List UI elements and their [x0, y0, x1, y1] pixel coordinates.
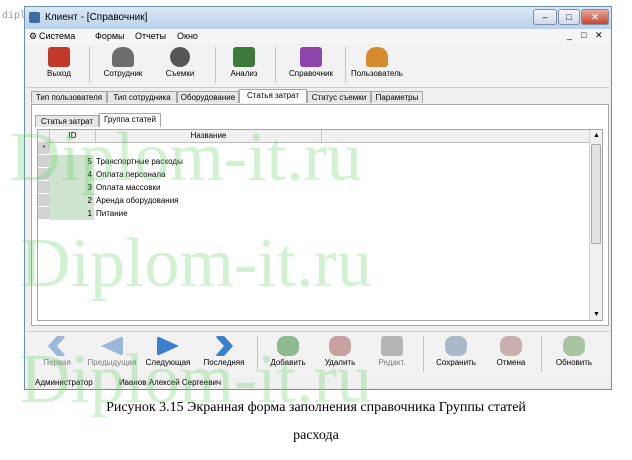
- mdi-restore-button[interactable]: □: [581, 30, 586, 40]
- edit-label: Редакт.: [378, 358, 406, 367]
- cancel-label: Отмена: [496, 358, 526, 367]
- toolbar-separator: [89, 47, 90, 83]
- toolbar-separator: [275, 47, 276, 83]
- save-button[interactable]: Сохранить: [431, 334, 481, 374]
- watermark-overlay: Diplom-it.ru: [20, 225, 372, 302]
- cancel-icon: [500, 336, 522, 356]
- mdi-minimize-button[interactable]: _: [567, 30, 572, 40]
- employee-icon: [112, 47, 134, 67]
- cell-id[interactable]: 1: [50, 207, 94, 220]
- analysis-button[interactable]: Анализ: [223, 45, 265, 85]
- save-icon: [445, 336, 467, 356]
- mdi-close-button[interactable]: ✕: [595, 30, 603, 41]
- cell-name[interactable]: Питание: [96, 207, 128, 220]
- analysis-label: Анализ: [230, 69, 258, 78]
- folder-icon: [300, 47, 322, 67]
- window-title: Клиент - [Справочник]: [45, 12, 148, 23]
- scroll-up-icon[interactable]: ▲: [593, 132, 600, 139]
- toolbar-separator: [215, 47, 216, 83]
- toolbar-separator: [345, 47, 346, 83]
- menu-system[interactable]: Система: [39, 31, 75, 41]
- row-header[interactable]: [38, 207, 50, 220]
- edit-icon: [381, 336, 403, 356]
- maximize-button[interactable]: □: [558, 9, 580, 25]
- tab-shooting-status[interactable]: Статус съемки: [307, 91, 371, 103]
- directory-label: Справочник: [289, 69, 333, 78]
- cancel-button[interactable]: Отмена: [489, 334, 533, 374]
- employee-label: Сотрудник: [103, 69, 143, 78]
- user-label: Пользователь: [351, 69, 403, 78]
- tab-user-type[interactable]: Тип пользователя: [31, 91, 107, 103]
- vertical-scrollbar[interactable]: ▲ ▼: [589, 130, 602, 320]
- scroll-down-icon[interactable]: ▼: [593, 311, 600, 318]
- menu-bar: ⚙ Система Формы Отчеты Окно _ □ ✕: [25, 29, 611, 43]
- menu-window[interactable]: Окно: [177, 31, 198, 41]
- chart-icon: [233, 47, 255, 67]
- caption-line-2: расхода: [293, 428, 339, 443]
- save-label: Сохранить: [436, 358, 476, 367]
- users-icon: [366, 47, 388, 67]
- watermark-overlay: Diplom-it.ru: [10, 119, 362, 196]
- refresh-button[interactable]: Обновить: [549, 334, 599, 374]
- tab-parameters[interactable]: Параметры: [371, 91, 423, 103]
- toolbar-separator: [541, 336, 542, 372]
- exit-button[interactable]: Выход: [33, 45, 85, 85]
- employee-button[interactable]: Сотрудник: [95, 45, 151, 85]
- tab-expense-item[interactable]: Статья затрат: [239, 89, 307, 103]
- exit-label: Выход: [47, 69, 71, 78]
- close-button[interactable]: ✕: [581, 9, 609, 25]
- table-row[interactable]: 1 Питание: [38, 207, 338, 220]
- film-icon: [170, 47, 190, 67]
- system-gear-icon[interactable]: ⚙: [29, 31, 37, 42]
- minimize-button[interactable]: –: [533, 9, 557, 25]
- watermark-overlay: Diplom-it.ru: [20, 341, 372, 418]
- shootings-label: Съемки: [165, 69, 195, 78]
- exit-icon: [48, 47, 70, 67]
- shootings-button[interactable]: Съемки: [157, 45, 203, 85]
- app-window: Клиент - [Справочник] – □ ✕ ⚙ Система Фо…: [24, 6, 612, 390]
- toolbar-separator: [423, 336, 424, 372]
- tab-equipment[interactable]: Оборудование: [177, 91, 239, 103]
- menu-reports[interactable]: Отчеты: [135, 31, 166, 41]
- app-icon: [29, 12, 40, 23]
- tab-employee-type[interactable]: Тип сотрудника: [107, 91, 177, 103]
- menu-forms[interactable]: Формы: [95, 31, 125, 41]
- scroll-thumb[interactable]: [591, 144, 601, 244]
- main-toolbar: Выход Сотрудник Съемки Анализ Справочник…: [27, 43, 609, 88]
- user-button[interactable]: Пользователь: [349, 45, 405, 85]
- edit-button[interactable]: Редакт.: [369, 334, 415, 374]
- title-bar: Клиент - [Справочник] – □ ✕: [25, 7, 611, 29]
- refresh-label: Обновить: [555, 358, 593, 367]
- directory-button[interactable]: Справочник: [283, 45, 339, 85]
- refresh-icon: [563, 336, 585, 356]
